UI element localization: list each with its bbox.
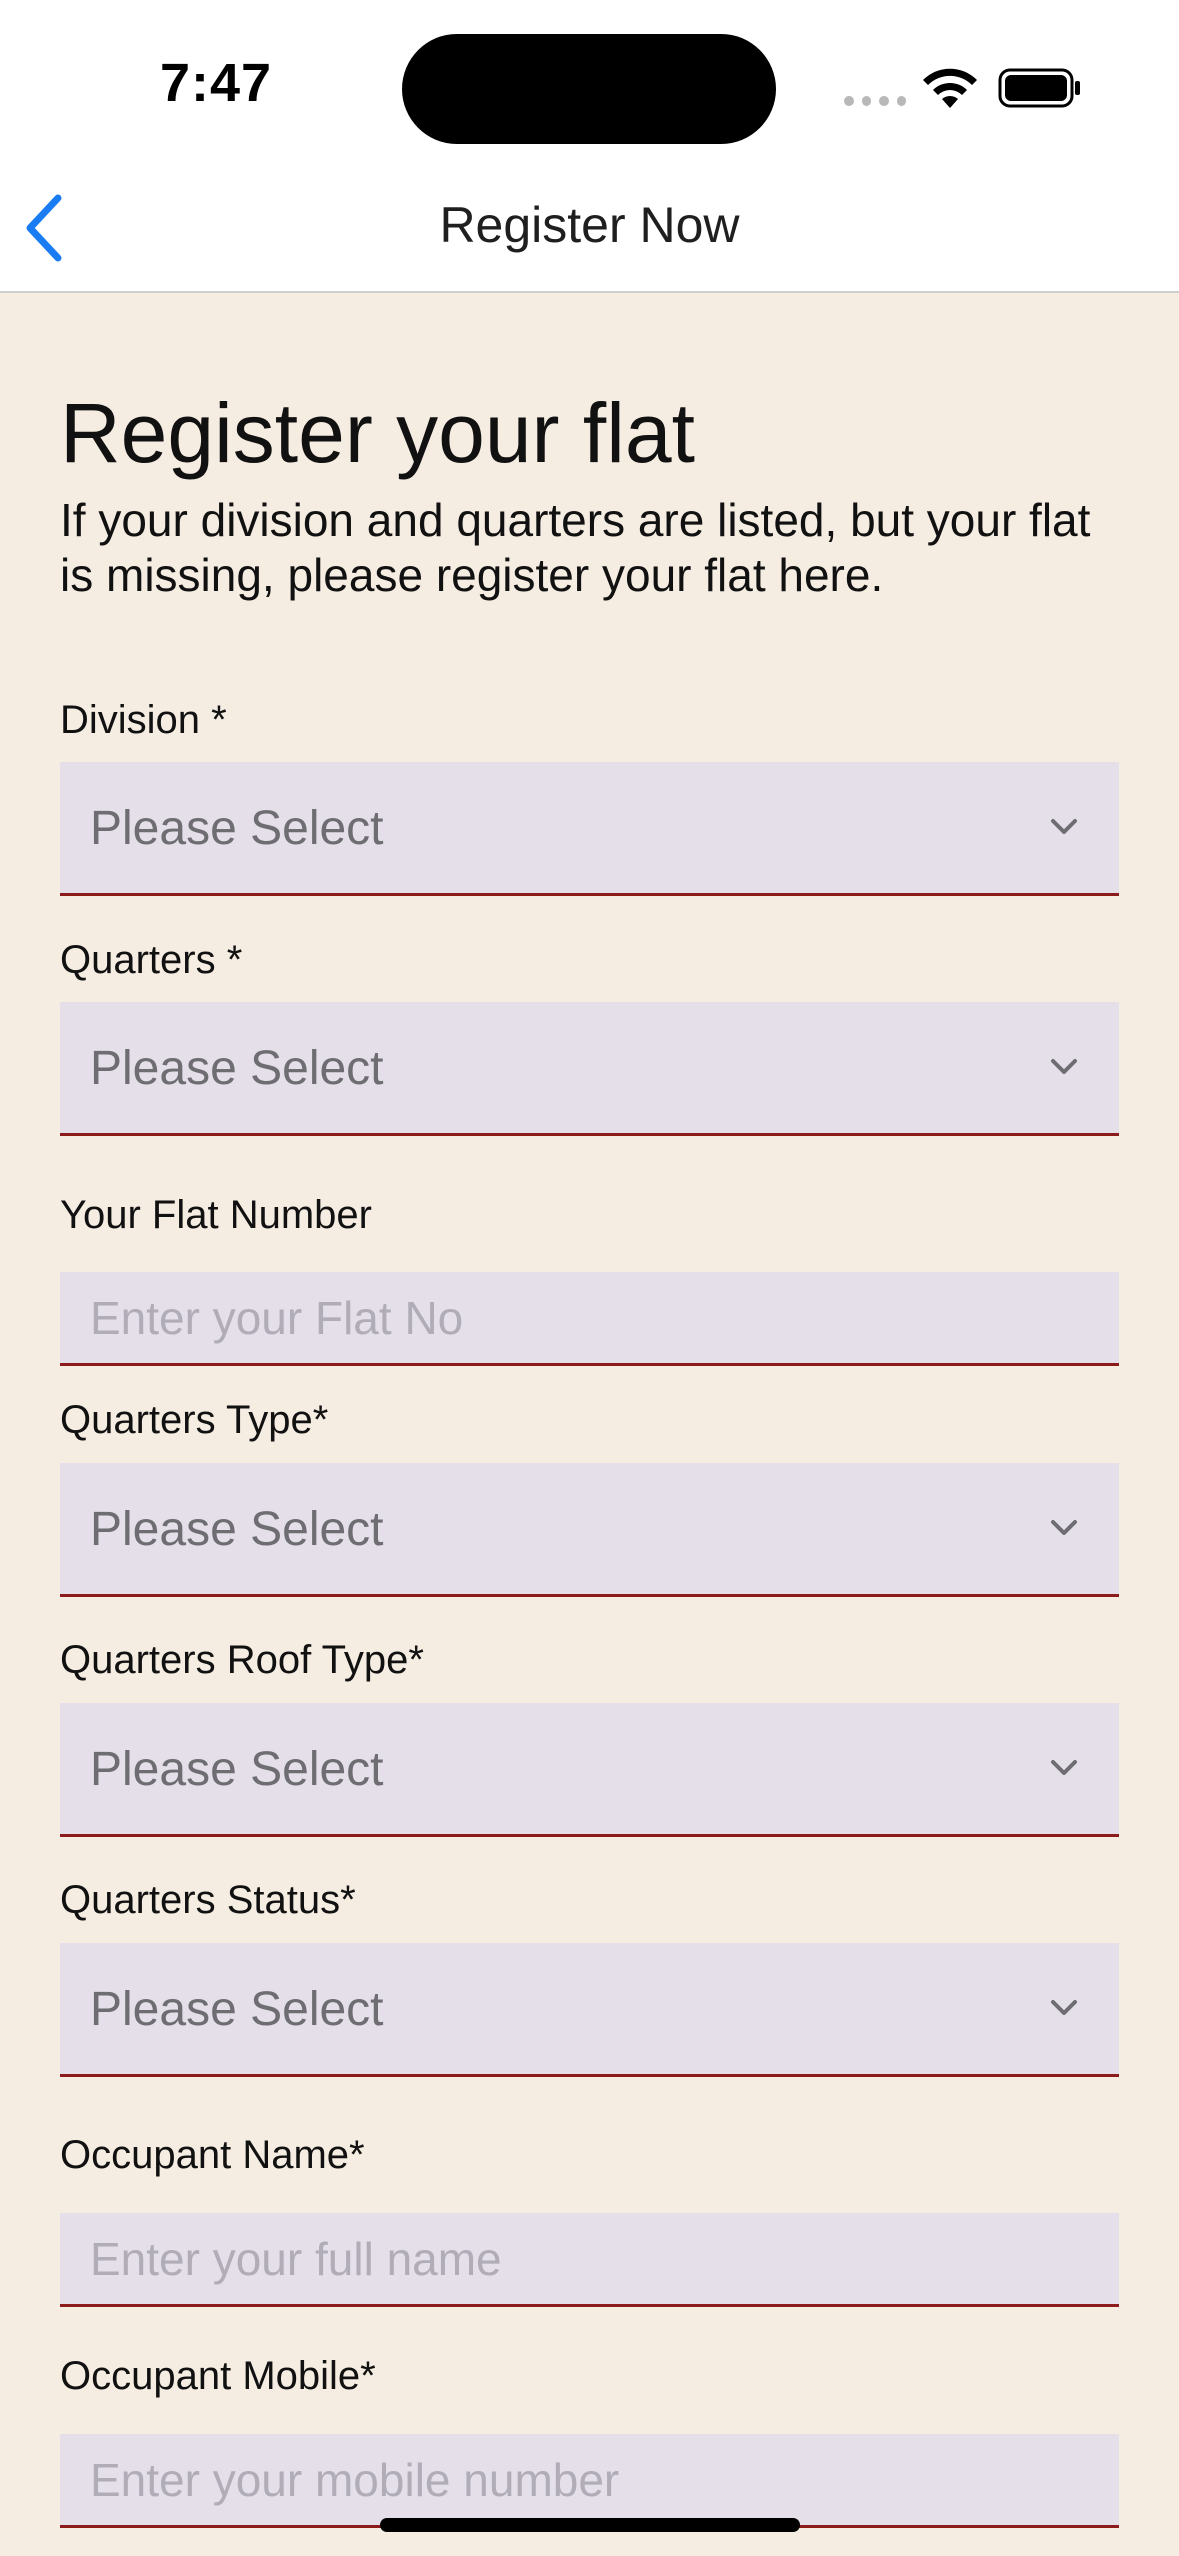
top-bar: 7:47 Register Now <box>0 0 1179 293</box>
division-select[interactable]: Please Select <box>60 762 1119 896</box>
chevron-down-icon <box>1051 2000 1077 2015</box>
quarters-status-label: Quarters Status* <box>60 1878 356 1922</box>
roof-type-label: Quarters Roof Type* <box>60 1638 424 1682</box>
quarters-type-label: Quarters Type* <box>60 1398 329 1442</box>
quarters-type-select-value: Please Select <box>90 1503 384 1556</box>
quarters-select-value: Please Select <box>90 1042 384 1095</box>
occupant-name-input[interactable] <box>60 2213 1119 2307</box>
division-select-value: Please Select <box>90 802 384 855</box>
chevron-down-icon <box>1051 819 1077 834</box>
occupant-mobile-input[interactable] <box>60 2434 1119 2528</box>
flat-number-label: Your Flat Number <box>60 1193 372 1237</box>
battery-icon <box>998 68 1080 108</box>
roof-type-select-value: Please Select <box>90 1743 384 1796</box>
home-indicator[interactable] <box>380 2518 800 2532</box>
occupant-mobile-label: Occupant Mobile* <box>60 2354 376 2398</box>
occupant-name-label: Occupant Name* <box>60 2133 365 2177</box>
flat-number-input[interactable] <box>60 1272 1119 1366</box>
quarters-status-select[interactable]: Please Select <box>60 1943 1119 2077</box>
quarters-type-select[interactable]: Please Select <box>60 1463 1119 1597</box>
roof-type-select[interactable]: Please Select <box>60 1703 1119 1837</box>
page-description: If your division and quarters are listed… <box>60 494 1091 601</box>
quarters-status-select-value: Please Select <box>90 1983 384 2036</box>
dynamic-island <box>402 34 776 144</box>
quarters-select[interactable]: Please Select <box>60 1002 1119 1136</box>
chevron-down-icon <box>1051 1059 1077 1074</box>
nav-title: Register Now <box>439 197 740 253</box>
status-time: 7:47 <box>160 53 273 113</box>
chevron-down-icon <box>1051 1760 1077 1775</box>
wifi-icon <box>923 68 977 108</box>
division-label: Division * <box>60 698 227 742</box>
cellular-signal-icon <box>844 94 906 108</box>
page-title: Register your flat <box>60 386 695 480</box>
chevron-down-icon <box>1051 1520 1077 1535</box>
quarters-label: Quarters * <box>60 938 243 982</box>
